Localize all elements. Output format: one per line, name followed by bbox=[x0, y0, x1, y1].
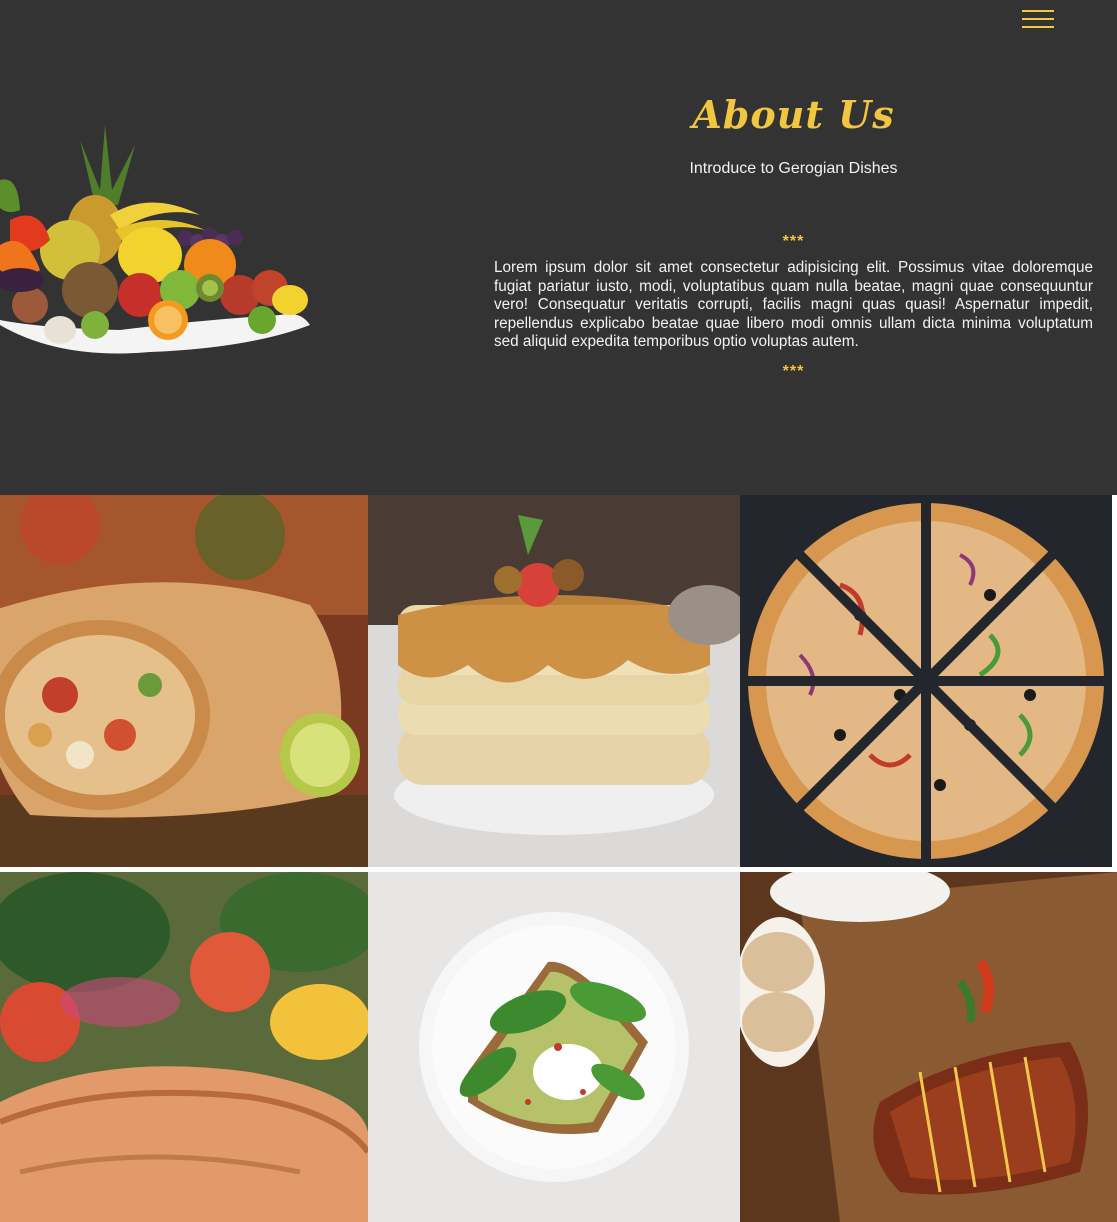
pancakes-image bbox=[368, 495, 740, 867]
menu-bar bbox=[1022, 26, 1054, 28]
about-page: About Us Introduce to Gerogian Dishes **… bbox=[0, 0, 1117, 1222]
hamburger-menu-icon[interactable] bbox=[1022, 10, 1054, 30]
fruit-basket-image bbox=[0, 120, 320, 370]
salmon-salad-photo[interactable] bbox=[0, 872, 368, 1222]
grilled-steak-photo[interactable] bbox=[740, 872, 1117, 1222]
avocado-toast-photo[interactable] bbox=[368, 872, 740, 1222]
salmon-salad-image bbox=[0, 872, 368, 1222]
pancakes-photo[interactable] bbox=[368, 495, 740, 867]
about-body-text: Lorem ipsum dolor sit amet consectetur a… bbox=[494, 259, 1093, 351]
burrito-image bbox=[0, 495, 368, 867]
about-subtitle: Introduce to Gerogian Dishes bbox=[689, 160, 898, 177]
avocado-toast-image bbox=[368, 872, 740, 1222]
grilled-steak-image bbox=[740, 872, 1117, 1222]
menu-bar bbox=[1022, 10, 1054, 12]
divider-stars-bottom: *** bbox=[782, 363, 805, 380]
fruit-basket-illustration bbox=[0, 125, 310, 354]
menu-bar bbox=[1022, 18, 1054, 20]
food-gallery bbox=[0, 495, 1117, 1222]
divider-stars-top: *** bbox=[782, 233, 805, 250]
pizza-photo[interactable] bbox=[740, 495, 1112, 867]
pizza-image bbox=[740, 495, 1112, 867]
about-title: About Us bbox=[692, 92, 895, 137]
burrito-photo[interactable] bbox=[0, 495, 368, 867]
